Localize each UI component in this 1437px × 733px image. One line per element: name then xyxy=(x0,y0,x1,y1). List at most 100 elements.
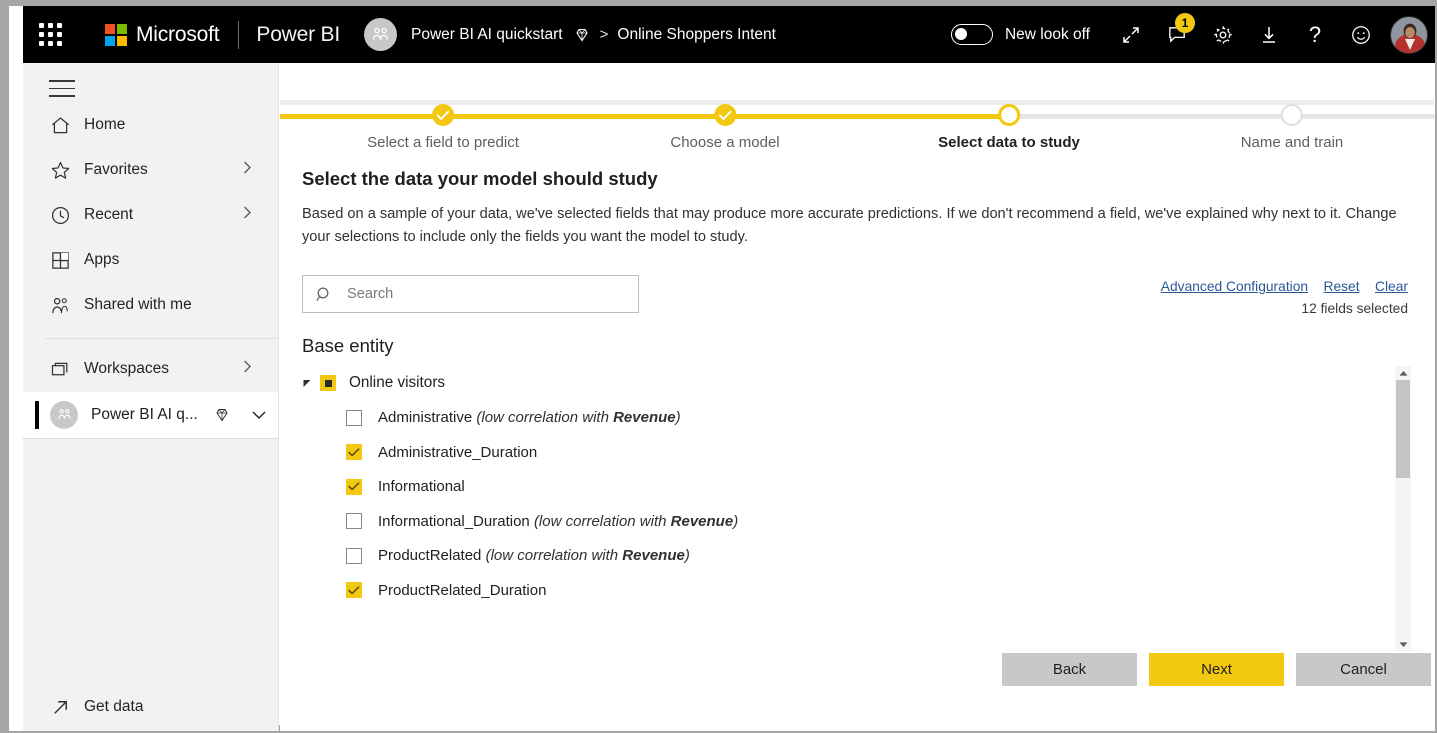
tree-row[interactable]: ProductRelated_Duration xyxy=(302,573,1410,608)
step-label: Choose a model xyxy=(670,134,779,151)
breadcrumb-separator: > xyxy=(600,26,609,43)
sidebar-item-get-data[interactable]: Get data xyxy=(23,683,278,731)
field-checkbox[interactable] xyxy=(346,410,362,426)
step-label: Name and train xyxy=(1241,134,1344,151)
scroll-up-arrow[interactable] xyxy=(1395,366,1411,380)
premium-diamond-icon xyxy=(214,407,230,423)
advanced-configuration-link[interactable]: Advanced Configuration xyxy=(1161,279,1308,294)
expand-button[interactable] xyxy=(1108,6,1154,63)
header-divider xyxy=(238,21,239,49)
field-label: Administrative_Duration xyxy=(378,444,537,461)
sidebar-item-favorites[interactable]: Favorites xyxy=(23,148,278,193)
field-checkbox[interactable] xyxy=(346,444,362,460)
next-button[interactable]: Next xyxy=(1149,653,1284,686)
step-label: Select a field to predict xyxy=(367,134,519,151)
sidebar-item-recent[interactable]: Recent xyxy=(23,193,278,238)
star-icon xyxy=(50,160,84,181)
reset-link[interactable]: Reset xyxy=(1324,279,1360,294)
people-icon xyxy=(50,295,84,316)
gear-icon xyxy=(1212,24,1234,46)
sidebar-item-apps[interactable]: Apps xyxy=(23,238,278,283)
avatar[interactable] xyxy=(1390,16,1428,54)
field-label: ProductRelated (low correlation with Rev… xyxy=(378,547,690,564)
sidebar-item-home[interactable]: Home xyxy=(23,103,278,148)
field-checkbox[interactable] xyxy=(346,513,362,529)
chevron-down-icon[interactable] xyxy=(251,409,267,421)
field-note: (low correlation with Revenue) xyxy=(534,513,738,530)
smiley-button[interactable] xyxy=(1338,6,1384,63)
search-box[interactable] xyxy=(302,275,639,313)
sidebar-divider xyxy=(23,438,278,439)
workspaces-icon xyxy=(50,359,84,380)
app-launcher-icon[interactable] xyxy=(39,23,75,46)
menu-icon[interactable] xyxy=(23,63,83,97)
left-gutter xyxy=(9,63,23,731)
chevron-right-icon[interactable] xyxy=(241,359,254,379)
step-choose-a-model[interactable]: Choose a model xyxy=(670,63,779,151)
step-name-and-train[interactable]: Name and train xyxy=(1241,63,1344,151)
top-navigation-bar: Microsoft Power BI Power BI AI quickstar… xyxy=(23,6,1435,63)
people-group-icon xyxy=(370,24,391,45)
sidebar-item-label: Apps xyxy=(84,251,119,269)
help-button[interactable]: ? xyxy=(1292,6,1338,63)
field-tree-scrollbar[interactable] xyxy=(1395,366,1411,651)
breadcrumb-current[interactable]: Online Shoppers Intent xyxy=(617,26,776,44)
tree-row[interactable]: Administrative_Duration xyxy=(302,435,1410,470)
root-label: Online visitors xyxy=(349,374,445,392)
step-select-field-to-predict[interactable]: Select a field to predict xyxy=(367,63,519,151)
smiley-icon xyxy=(1350,24,1372,46)
field-note: (low correlation with Revenue) xyxy=(476,409,680,426)
chevron-right-icon[interactable] xyxy=(241,205,254,225)
tree-row[interactable]: ProductRelated (low correlation with Rev… xyxy=(302,539,1410,574)
new-look-toggle[interactable]: New look off xyxy=(951,24,1090,45)
new-look-toggle-label: New look off xyxy=(1005,26,1090,44)
field-label: Administrative (low correlation with Rev… xyxy=(378,409,681,426)
back-button[interactable]: Back xyxy=(1002,653,1137,686)
field-label: Informational xyxy=(378,478,465,495)
sidebar-item-label: Favorites xyxy=(84,161,148,179)
sidebar-item-shared-with-me[interactable]: Shared with me xyxy=(23,283,278,328)
scrollbar-thumb[interactable] xyxy=(1396,380,1410,478)
step-dot xyxy=(998,104,1020,126)
field-label: Informational_Duration (low correlation … xyxy=(378,513,738,530)
expand-icon xyxy=(1121,25,1141,45)
breadcrumb-workspace[interactable]: Power BI AI quickstart xyxy=(411,26,563,44)
step-select-data-to-study[interactable]: Select data to study xyxy=(938,63,1080,151)
search-input[interactable] xyxy=(347,286,597,302)
step-label: Select data to study xyxy=(938,134,1080,151)
get-data-label: Get data xyxy=(84,698,143,716)
field-checkbox[interactable] xyxy=(346,479,362,495)
workspace-avatar[interactable] xyxy=(364,18,397,51)
sidebar: Home Favorites xyxy=(23,63,279,731)
sidebar-item-label: Home xyxy=(84,116,125,134)
check-icon xyxy=(348,448,360,457)
sidebar-active-workspace[interactable]: Power BI AI q... xyxy=(23,392,278,438)
field-note: (low correlation with Revenue) xyxy=(486,547,690,564)
root-checkbox[interactable] xyxy=(320,375,336,391)
field-checkbox[interactable] xyxy=(346,582,362,598)
home-icon xyxy=(50,115,84,136)
expand-caret-icon[interactable] xyxy=(302,378,320,389)
tree-row[interactable]: Informational xyxy=(302,470,1410,505)
tree-root-row[interactable]: Online visitors xyxy=(302,366,1410,401)
tree-row[interactable]: Administrative (low correlation with Rev… xyxy=(302,401,1410,436)
check-icon xyxy=(348,586,360,595)
powerbi-product-label[interactable]: Power BI xyxy=(256,23,340,47)
fields-selected-count: 12 fields selected xyxy=(1150,301,1408,316)
microsoft-logo[interactable]: Microsoft xyxy=(105,23,219,47)
field-checkbox[interactable] xyxy=(346,548,362,564)
clear-link[interactable]: Clear xyxy=(1375,279,1408,294)
arrow-up-right-icon xyxy=(50,697,84,718)
settings-button[interactable] xyxy=(1200,6,1246,63)
tree-row[interactable]: Informational_Duration (low correlation … xyxy=(302,504,1410,539)
chevron-right-icon[interactable] xyxy=(241,160,254,180)
download-button[interactable] xyxy=(1246,6,1292,63)
toggle-switch[interactable] xyxy=(951,24,993,45)
page-description: Based on a sample of your data, we've se… xyxy=(302,203,1417,249)
cancel-button[interactable]: Cancel xyxy=(1296,653,1431,686)
base-entity-heading: Base entity xyxy=(302,335,394,357)
sidebar-item-workspaces[interactable]: Workspaces xyxy=(23,347,278,392)
field-label: ProductRelated_Duration xyxy=(378,582,546,599)
wizard-footer: Back Next Cancel xyxy=(280,641,1435,731)
feedback-button[interactable]: 1 xyxy=(1154,6,1200,63)
